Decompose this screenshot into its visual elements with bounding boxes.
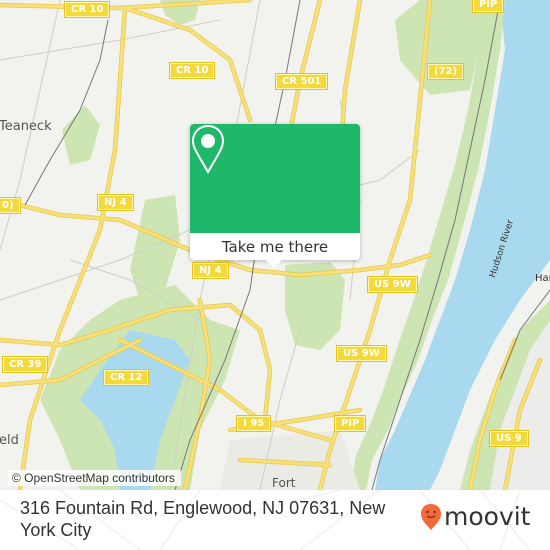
- rail-line-west: [24, 19, 109, 206]
- place-label-teaneck: Teaneck: [0, 119, 52, 134]
- road-shield-nj4-left: NJ 4: [98, 195, 133, 210]
- place-label-harlem: Harl: [535, 273, 550, 284]
- moovit-pin-icon: [421, 503, 441, 530]
- road-shield-cr12: CR 12: [104, 370, 149, 385]
- road-shield-pip-top: PIP: [473, 0, 504, 12]
- take-me-there-button[interactable]: Take me there: [190, 233, 360, 260]
- road-shield-us9w-upper: US 9W: [368, 277, 417, 292]
- moovit-wordmark: moovit: [444, 502, 531, 531]
- road-shield-cr501: CR 501: [276, 74, 328, 89]
- park-nw: [62, 105, 100, 165]
- address-text: 316 Fountain Rd, Englewood, NJ 07631, Ne…: [20, 498, 386, 540]
- place-label-fort-lee: Fort: [272, 476, 296, 490]
- road-shield-nj4-center: NJ 4: [193, 263, 228, 278]
- map-attribution[interactable]: © OpenStreetMap contributors: [8, 470, 181, 486]
- road-shield-partial-left: 0): [0, 198, 20, 213]
- road-shield-us9w-mid: US 9W: [337, 346, 386, 361]
- road-shield-i95: I 95: [237, 416, 271, 431]
- map-view[interactable]: CR 10 CR 10 CR 501 PIP (72) NJ 4 NJ 4 0)…: [0, 0, 550, 490]
- road-shield-us9: US 9: [490, 431, 528, 446]
- popup-pointer: [265, 259, 283, 268]
- road-shield-cr39: CR 39: [3, 357, 48, 372]
- moovit-logo[interactable]: moovit: [420, 502, 531, 531]
- popup-header: [190, 124, 360, 233]
- destination-popup: Take me there: [190, 124, 360, 268]
- location-pin-icon: [191, 124, 225, 174]
- road-shield-cr10-mid: CR 10: [170, 63, 215, 78]
- road-shield-cr10-top: CR 10: [65, 2, 110, 17]
- road-shield-pip-bottom: PIP: [335, 416, 366, 431]
- place-label-ridgefield: eld: [0, 433, 19, 448]
- road-shield-nj72: (72): [428, 64, 464, 79]
